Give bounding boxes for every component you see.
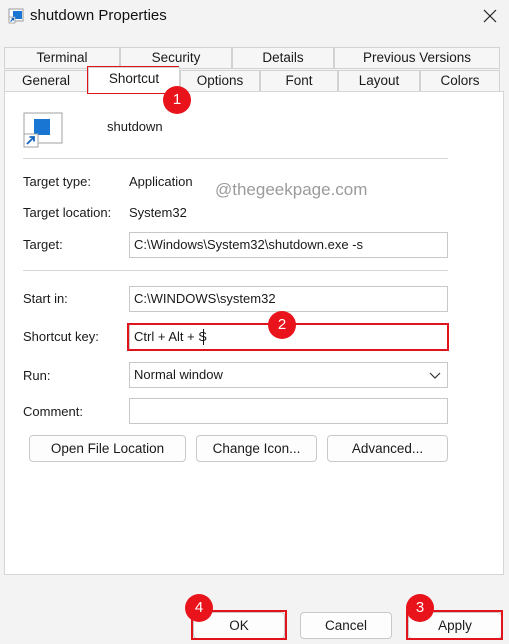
- tab-options[interactable]: Options: [180, 70, 260, 92]
- target-type-value: Application: [129, 174, 193, 189]
- comment-field[interactable]: [129, 398, 448, 424]
- close-button[interactable]: [476, 4, 504, 28]
- tab-previous-versions[interactable]: Previous Versions: [334, 47, 500, 69]
- target-location-label: Target location:: [23, 205, 112, 220]
- target-location-value: System32: [129, 205, 187, 220]
- annotation-badge-2: 2: [268, 311, 296, 339]
- close-icon: [483, 9, 497, 23]
- run-select[interactable]: Normal window: [129, 362, 448, 388]
- run-selected-value: Normal window: [134, 367, 223, 382]
- annotation-badge-4: 4: [185, 594, 213, 622]
- target-field[interactable]: C:\Windows\System32\shutdown.exe -s: [129, 232, 448, 258]
- text-caret: [203, 329, 204, 345]
- run-label: Run:: [23, 368, 51, 383]
- shortcut-key-label: Shortcut key:: [23, 329, 99, 344]
- shortcut-name: shutdown: [107, 119, 163, 134]
- shortcut-app-icon: [8, 8, 24, 24]
- tab-terminal[interactable]: Terminal: [4, 47, 120, 69]
- divider-top: [23, 158, 448, 159]
- shortcut-key-value: Ctrl + Alt + S: [134, 329, 207, 344]
- tab-security[interactable]: Security: [120, 47, 232, 69]
- change-icon-button[interactable]: Change Icon...: [196, 435, 317, 462]
- chevron-down-icon: [429, 372, 441, 379]
- watermark: @thegeekpage.com: [215, 180, 368, 199]
- tab-details[interactable]: Details: [232, 47, 334, 69]
- window-title: shutdown Properties: [30, 7, 167, 24]
- shortcut-large-icon: [23, 112, 63, 148]
- divider-middle: [23, 270, 448, 271]
- annotation-badge-1: 1: [163, 86, 191, 114]
- start-in-field[interactable]: C:\WINDOWS\system32: [129, 286, 448, 312]
- comment-label: Comment:: [23, 404, 83, 419]
- tab-colors[interactable]: Colors: [420, 70, 500, 92]
- tab-layout[interactable]: Layout: [338, 70, 420, 92]
- target-label: Target:: [23, 237, 63, 252]
- tab-font[interactable]: Font: [260, 70, 338, 92]
- target-type-label: Target type:: [23, 174, 91, 189]
- tab-general[interactable]: General: [4, 70, 88, 92]
- open-file-location-button[interactable]: Open File Location: [29, 435, 186, 462]
- start-in-label: Start in:: [23, 291, 68, 306]
- advanced-button[interactable]: Advanced...: [327, 435, 448, 462]
- cancel-button[interactable]: Cancel: [300, 612, 392, 639]
- annotation-badge-3: 3: [406, 594, 434, 622]
